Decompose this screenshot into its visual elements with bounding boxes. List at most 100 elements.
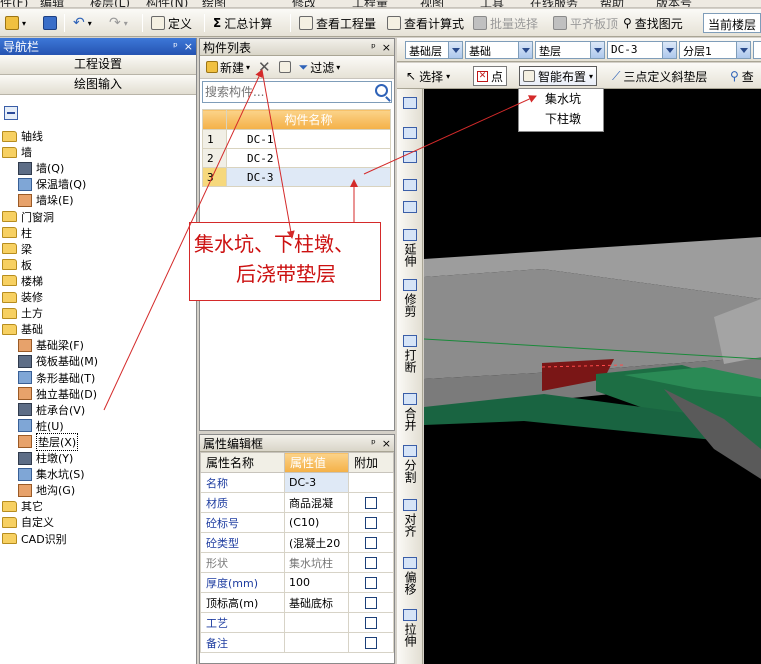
tree-item[interactable]: 集水坑(S) [18, 466, 85, 482]
align-button[interactable]: 对齐 [399, 499, 421, 537]
menu-view[interactable]: 视图 [420, 0, 444, 7]
property-value[interactable]: (C10) [284, 512, 349, 533]
property-value[interactable]: 商品混凝 [284, 492, 349, 513]
collapse-all-icon[interactable] [4, 106, 18, 120]
check-button[interactable]: ⚲ 查 [727, 66, 757, 86]
view-quantity-button[interactable]: 查看工程量 [296, 13, 379, 33]
tree-folder[interactable]: 土方 [2, 305, 43, 321]
menu-floor[interactable]: 楼层(L) [90, 0, 130, 7]
component-name[interactable]: DC-2 [226, 148, 391, 168]
redo-button[interactable]: ↷ ▾ [106, 13, 131, 33]
close-icon[interactable]: × [184, 40, 193, 53]
extra-checkbox[interactable] [365, 597, 377, 609]
save-button[interactable] [40, 13, 60, 33]
property-row[interactable]: 顶标高(m) 基础底标 [200, 592, 394, 613]
tree-folder[interactable]: 板 [2, 257, 32, 273]
property-row[interactable]: 工艺 [200, 612, 394, 633]
table-row[interactable]: 1 DC-1 [202, 129, 391, 149]
tree-folder[interactable]: CAD识别 [2, 531, 67, 547]
select-button[interactable]: ↖ 选择 ▾ [403, 66, 453, 86]
three-point-slope-button[interactable]: ⟋ 三点定义斜垫层 [609, 66, 710, 86]
tree-folder[interactable]: 其它 [2, 498, 43, 514]
property-row[interactable]: 材质 商品混凝 [200, 492, 394, 513]
pen-tool-button[interactable] [399, 97, 421, 111]
component-name[interactable]: DC-1 [226, 129, 391, 149]
extra-checkbox[interactable] [365, 517, 377, 529]
tree-item[interactable]: 保温墙(Q) [18, 176, 86, 192]
copy-icon[interactable] [278, 61, 291, 73]
scissors-tool-button[interactable] [399, 127, 421, 141]
property-row[interactable]: 砼类型 (混凝土20 [200, 532, 394, 553]
extra-checkbox[interactable] [365, 617, 377, 629]
pin-icon[interactable]: ᵖ [371, 41, 376, 54]
extra-checkbox[interactable] [365, 537, 377, 549]
smart-layout-button[interactable]: 智能布置 ▾ [519, 66, 598, 86]
extra-checkbox[interactable] [365, 557, 377, 569]
tree-item[interactable]: 独立基础(D) [18, 386, 97, 402]
new-component-button[interactable]: 新建 ▾ [206, 59, 250, 76]
extra-checkbox[interactable] [365, 577, 377, 589]
break-button[interactable]: 打断 [399, 335, 421, 373]
table-row-selected[interactable]: 3 DC-3 [202, 167, 391, 187]
extend-button[interactable]: 延伸 [399, 229, 421, 267]
tree-item[interactable]: 筏板基础(M) [18, 353, 98, 369]
tree-folder[interactable]: 梁 [2, 241, 32, 257]
trim-button[interactable]: 修剪 [399, 279, 421, 317]
component-select[interactable]: DC-3 [607, 41, 677, 59]
tree-item[interactable]: 墙(Q) [18, 160, 64, 176]
tree-item[interactable]: 垫层(X) [18, 432, 79, 451]
view-formula-button[interactable]: 查看计算式 [384, 13, 467, 33]
search-icon[interactable] [375, 84, 388, 97]
tree-folder[interactable]: 轴线 [2, 128, 43, 144]
property-value[interactable]: (混凝土20 [284, 532, 349, 553]
menu-online[interactable]: 在线服务 [530, 0, 578, 7]
pin-icon[interactable]: ᵖ [371, 437, 376, 450]
tree-item[interactable]: 桩(U) [18, 418, 64, 434]
drawing-input-button[interactable]: 绘图输入 [0, 75, 196, 95]
menu-tools[interactable]: 工具 [480, 0, 504, 7]
tree-folder[interactable]: 自定义 [2, 514, 54, 530]
property-value[interactable] [284, 612, 349, 633]
tree-folder[interactable]: 门窗洞 [2, 209, 54, 225]
property-value[interactable]: 100 [284, 572, 349, 593]
tree-item[interactable]: 桩承台(V) [18, 402, 85, 418]
find-element-button[interactable]: ⚲ 查找图元 [620, 13, 686, 33]
stretch-button[interactable]: 拉伸 [399, 609, 421, 647]
menu-modify[interactable]: 修改 [292, 0, 316, 7]
extra-checkbox[interactable] [365, 637, 377, 649]
property-value[interactable]: 基础底标 [284, 592, 349, 613]
filter-button[interactable]: ⏷ 过滤 ▾ [299, 59, 341, 76]
split-button[interactable]: 分割 [399, 445, 421, 483]
menu-edit[interactable]: 编辑 [40, 0, 64, 7]
tree-item[interactable]: 条形基础(T) [18, 370, 95, 386]
tree-item[interactable]: 墙垛(E) [18, 192, 74, 208]
align-slab-top-button[interactable]: 平齐板顶 [550, 13, 621, 33]
category-select[interactable]: 基础 [465, 41, 533, 59]
menu-quantity[interactable]: 工程量 [352, 0, 388, 7]
tree-folder[interactable]: 基础 [2, 321, 43, 337]
offset-button[interactable]: 偏移 [399, 557, 421, 595]
tree-folder[interactable]: 装修 [2, 289, 43, 305]
property-row[interactable]: 砼标号 (C10) [200, 512, 394, 533]
summary-calc-button[interactable]: Σ 汇总计算 [210, 13, 275, 33]
menu-file[interactable]: 件(F) [0, 0, 28, 7]
merge-button[interactable]: 合并 [399, 393, 421, 431]
define-button[interactable]: 定义 [148, 13, 195, 33]
tree-item[interactable]: 柱墩(Y) [18, 450, 73, 466]
close-icon[interactable]: × [382, 437, 391, 450]
table-row[interactable]: 2 DC-2 [202, 148, 391, 168]
type-select[interactable]: 垫层 [535, 41, 605, 59]
component-search-input[interactable] [203, 82, 363, 101]
property-value[interactable]: 集水坑柱 [284, 552, 349, 573]
property-row[interactable]: 厚度(mm) 100 [200, 572, 394, 593]
property-row[interactable]: 备注 [200, 632, 394, 653]
tree-folder[interactable]: 柱 [2, 225, 32, 241]
rotate-tool-button[interactable] [399, 201, 421, 215]
pin-icon[interactable]: ᵖ [173, 40, 178, 53]
extra-checkbox[interactable] [365, 497, 377, 509]
tree-folder[interactable]: 楼梯 [2, 273, 43, 289]
mirror-tool-button[interactable] [399, 151, 421, 165]
property-row[interactable]: 名称 DC-3 [200, 472, 394, 493]
move-tool-button[interactable] [399, 179, 421, 193]
menu-draw[interactable]: 绘图 [202, 0, 226, 7]
